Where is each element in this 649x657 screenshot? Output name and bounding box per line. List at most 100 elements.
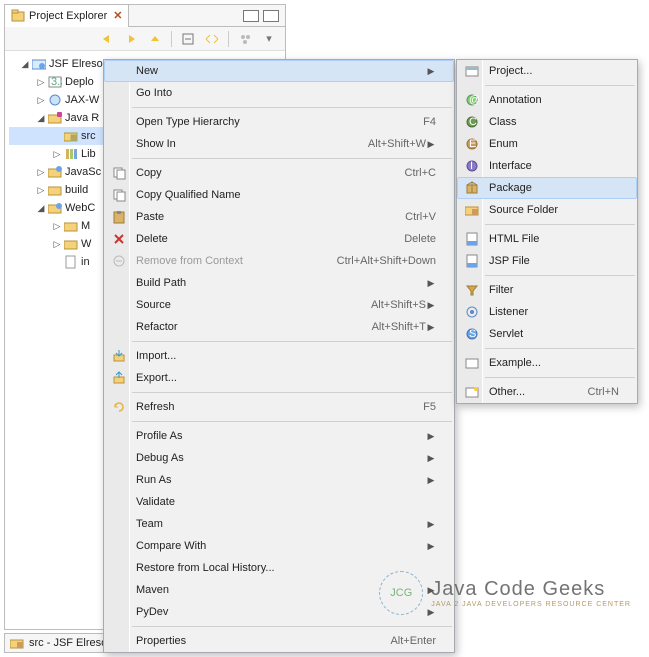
java-resources-icon [47,111,63,125]
view-toolbar: ▾ [5,27,285,51]
menu-import[interactable]: Import... [104,345,454,367]
menu-profile-as[interactable]: Profile As▶ [104,425,454,447]
submenu-arrow-icon: ▶ [426,453,436,464]
submenu-arrow-icon: ▶ [426,139,436,150]
menu-restore-history[interactable]: Restore from Local History... [104,557,454,579]
submenu-listener[interactable]: Listener [457,301,637,323]
menu-paste[interactable]: PasteCtrl+V [104,206,454,228]
menu-remove-context: Remove from ContextCtrl+Alt+Shift+Down [104,250,454,272]
menu-run-as[interactable]: Run As▶ [104,469,454,491]
link-editor-icon[interactable] [204,31,220,47]
webservice-icon [47,93,63,107]
submenu-arrow-icon: ▶ [426,475,436,486]
project-icon [461,65,483,77]
menu-validate[interactable]: Validate [104,491,454,513]
submenu-class[interactable]: CClass [457,111,637,133]
webfolder-icon [47,201,63,215]
tab-label: Project Explorer [29,10,107,22]
file-icon [63,255,79,269]
filter-icon [461,284,483,296]
submenu-enum[interactable]: EEnum [457,133,637,155]
package-icon [461,181,483,195]
remove-context-icon [108,255,130,267]
listener-icon [461,305,483,319]
submenu-jsp-file[interactable]: JSP File [457,250,637,272]
close-icon[interactable]: ✕ [113,9,122,22]
view-window-buttons [243,10,285,22]
submenu-source-folder[interactable]: Source Folder [457,199,637,221]
submenu-other[interactable]: Other...Ctrl+N [457,381,637,403]
submenu-example[interactable]: Example... [457,352,637,374]
menu-go-into[interactable]: Go Into [104,82,454,104]
submenu-filter[interactable]: Filter [457,279,637,301]
view-tabbar: Project Explorer ✕ [5,5,285,27]
submenu-arrow-icon: ▶ [426,607,436,618]
svg-text:I: I [470,160,473,172]
menu-new[interactable]: New▶ [104,60,454,82]
submenu-annotation[interactable]: @Annotation [457,89,637,111]
menu-debug-as[interactable]: Debug As▶ [104,447,454,469]
folder-icon [63,219,79,233]
menu-compare-with[interactable]: Compare With▶ [104,535,454,557]
menu-open-type-hierarchy[interactable]: Open Type HierarchyF4 [104,111,454,133]
submenu-servlet[interactable]: SServlet [457,323,637,345]
navigator-icon [11,9,25,23]
export-icon [108,371,130,385]
submenu-arrow-icon: ▶ [426,66,436,77]
folder-icon [63,237,79,251]
project-icon [31,57,47,71]
context-menu: New▶ Go Into Open Type HierarchyF4 Show … [103,59,455,653]
source-folder-icon [461,204,483,216]
submenu-interface[interactable]: IInterface [457,155,637,177]
menu-properties[interactable]: PropertiesAlt+Enter [104,630,454,652]
refresh-icon [108,400,130,414]
watermark-title: Java Code Geeks [431,578,631,601]
menu-source[interactable]: SourceAlt+Shift+S▶ [104,294,454,316]
up-icon[interactable] [147,31,163,47]
submenu-project[interactable]: Project... [457,60,637,82]
menu-pydev[interactable]: PyDev▶ [104,601,454,623]
menu-refresh[interactable]: RefreshF5 [104,396,454,418]
library-icon [63,147,79,161]
js-resources-icon [47,165,63,179]
minimize-view-button[interactable] [243,10,259,22]
delete-icon [108,233,130,245]
svg-text:C: C [469,116,477,128]
svg-text:E: E [469,138,476,150]
submenu-arrow-icon: ▶ [426,519,436,530]
menu-team[interactable]: Team▶ [104,513,454,535]
project-explorer-tab[interactable]: Project Explorer ✕ [5,5,129,27]
paste-icon [108,210,130,224]
descriptor-icon: 3.0 [47,75,63,89]
menu-delete[interactable]: DeleteDelete [104,228,454,250]
menu-copy[interactable]: CopyCtrl+C [104,162,454,184]
menu-refactor[interactable]: RefactorAlt+Shift+T▶ [104,316,454,338]
maximize-view-button[interactable] [263,10,279,22]
submenu-arrow-icon: ▶ [426,431,436,442]
submenu-html-file[interactable]: HTML File [457,228,637,250]
example-icon [461,357,483,369]
menu-copy-qualified[interactable]: Copy Qualified Name [104,184,454,206]
filter-toolbar-icon[interactable] [237,31,253,47]
menu-show-in[interactable]: Show InAlt+Shift+W▶ [104,133,454,155]
interface-icon: I [461,159,483,173]
menu-build-path[interactable]: Build Path▶ [104,272,454,294]
back-icon[interactable] [99,31,115,47]
forward-icon[interactable] [123,31,139,47]
submenu-package[interactable]: Package [457,177,637,199]
copy-qualified-icon [108,188,130,202]
view-menu-icon[interactable]: ▾ [261,31,277,47]
menu-export[interactable]: Export... [104,367,454,389]
wizard-icon [461,386,483,398]
source-folder-icon [9,636,25,650]
servlet-icon: S [461,327,483,341]
import-icon [108,349,130,363]
svg-text:3.0: 3.0 [51,76,62,88]
source-folder-icon [63,129,79,143]
menu-maven[interactable]: Maven▶ [104,579,454,601]
svg-text:S: S [469,328,476,340]
collapse-all-icon[interactable] [180,31,196,47]
submenu-arrow-icon: ▶ [426,322,436,333]
submenu-arrow-icon: ▶ [426,278,436,289]
class-icon: C [461,115,483,129]
